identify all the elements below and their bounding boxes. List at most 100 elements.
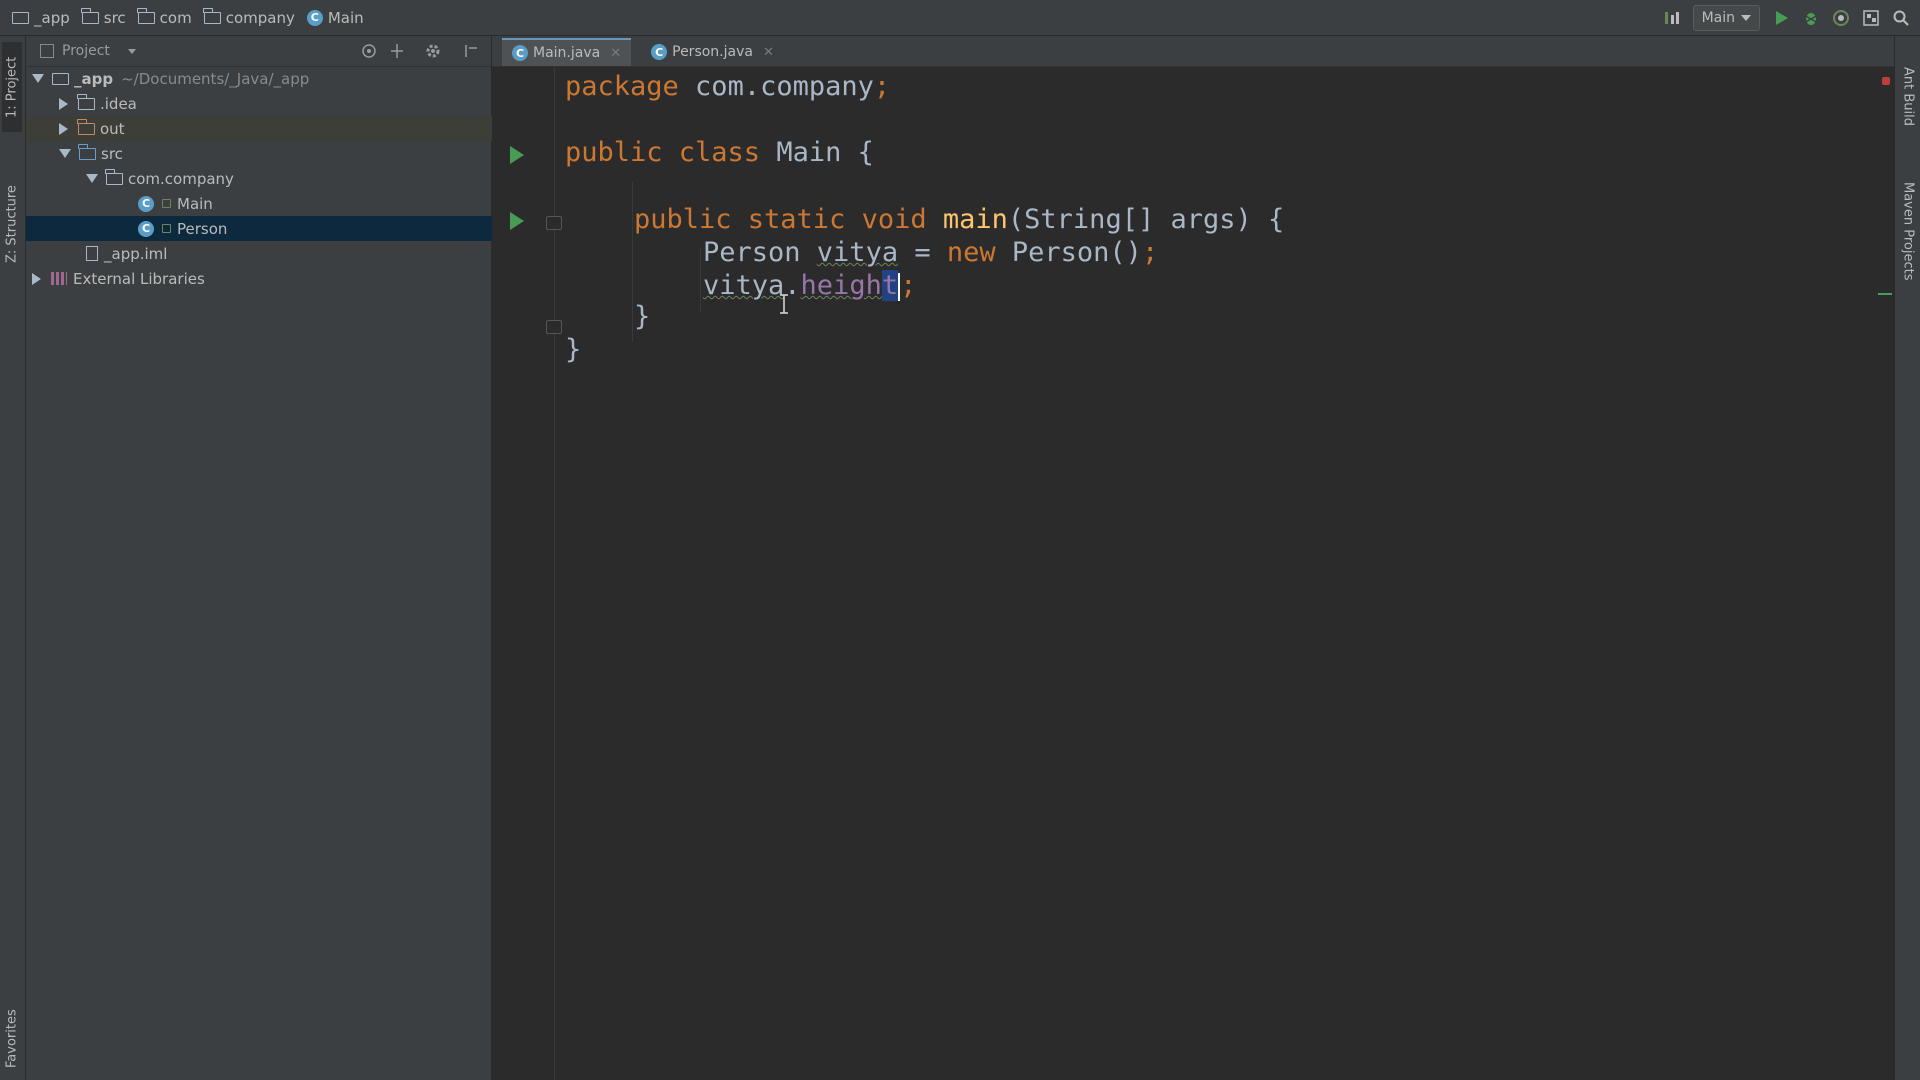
code-token: } [634,301,651,332]
tab-ant-build-label: Ant Build [1900,66,1916,126]
tab-favorites-tool[interactable]: Favorites [2,1001,22,1076]
project-structure-button[interactable] [1856,3,1886,33]
code-line-8: } [634,300,650,333]
settings-button[interactable] [424,42,442,60]
tab-maven-projects[interactable]: Maven Projects [1898,166,1918,296]
tab-person-java[interactable]: C Person.java ✕ [641,38,784,66]
code-token: package [565,71,679,102]
tab-favorites-label: Favorites [4,1009,20,1068]
search-icon [1893,10,1909,26]
project-structure-icon [1863,9,1879,26]
breadcrumb-label: Main [327,8,364,27]
left-tool-stripe: 1: Project Z: Structure Favorites [0,36,26,1080]
tree-item-label: com.company [128,169,234,188]
chevron-right-icon[interactable] [59,122,68,135]
chevron-right-icon[interactable] [32,272,41,285]
class-icon: C [138,195,154,212]
close-icon[interactable]: ✕ [763,45,774,60]
tab-label: Main.java [533,45,601,61]
tree-item-app-iml[interactable]: _app.iml [26,241,551,266]
tab-maven-projects-label: Maven Projects [1900,181,1916,281]
run-button[interactable] [1766,3,1796,33]
fold-marker[interactable] [546,216,562,230]
class-icon: C [306,9,323,26]
chevron-down-icon[interactable] [59,149,71,158]
tab-project-label: 1: Project [4,56,20,118]
tree-item-app-root[interactable]: _app ~/Documents/_Java/_app [26,66,497,91]
code-token: com.company [678,71,874,102]
debug-button[interactable] [1796,3,1826,33]
breadcrumb-company[interactable]: company [203,0,295,35]
caret-position-marker[interactable] [1878,293,1892,295]
text-cursor-icon [780,294,788,314]
editor-gutter [492,67,562,1080]
breadcrumb-main[interactable]: C Main [306,0,364,35]
tab-structure-label: Z: Structure [4,185,20,263]
class-icon: C [512,45,528,61]
tab-ant-build[interactable]: Ant Build [1898,46,1918,146]
chevron-right-icon[interactable] [59,97,68,110]
tree-item-label: .idea [100,94,137,113]
run-configuration-select[interactable]: Main [1692,4,1760,31]
chevron-down-icon[interactable] [86,174,98,183]
hide-panel-button[interactable] [462,42,480,60]
chevron-down-icon[interactable] [127,48,136,54]
toolbar: Main [1657,0,1920,35]
run-class-icon[interactable] [510,146,524,164]
coverage-button[interactable] [1826,3,1856,33]
tree-item-label: Person [177,219,228,238]
class-icon: C [138,220,154,237]
breadcrumb-app[interactable]: _app [12,0,70,35]
code-line-1: package com.company; [565,70,890,103]
build-button[interactable] [1657,3,1687,33]
collapse-all-button[interactable] [388,42,406,60]
fold-marker[interactable] [546,320,562,334]
tab-project-tool[interactable]: 1: Project [2,42,22,132]
bug-icon [1803,12,1819,25]
tab-main-java[interactable]: C Main.java ✕ [502,38,632,66]
indent-guide [700,247,701,312]
code-token: (String[] args) { [1007,204,1285,235]
tab-structure-tool[interactable]: Z: Structure [2,164,22,284]
library-icon [51,272,67,285]
tree-item-out[interactable]: out [26,116,524,141]
close-icon[interactable]: ✕ [610,46,621,61]
code-editor[interactable]: package com.company; public class Main {… [492,67,1894,1080]
search-button[interactable] [1886,3,1916,33]
tab-label: Person.java [672,44,753,60]
module-icon [12,11,29,24]
project-panel-title[interactable]: Project [62,43,110,59]
breadcrumb-com[interactable]: com [137,0,192,35]
error-marker[interactable] [1882,77,1890,85]
tree-item-label: _app [74,69,114,88]
folder-icon [77,93,95,110]
package-icon [105,168,123,185]
code-token: new [946,237,996,268]
locate-button[interactable] [360,42,378,60]
module-icon [52,72,69,85]
chevron-down-icon [1741,14,1751,21]
tree-item-label: _app.iml [104,244,168,263]
indent-guide [632,182,633,342]
breadcrumb-label: _app [34,8,70,27]
code-line-6: Person vitya = new Person(); [703,236,1158,269]
tree-item-src[interactable]: src [26,141,524,166]
project-panel-header: Project [26,36,491,67]
tree-item-com-company[interactable]: com.company [26,166,551,191]
code-token: ; [900,270,917,301]
run-configuration-label: Main [1701,9,1735,26]
tree-item-external-libraries[interactable]: External Libraries [26,266,497,291]
tree-item-label: src [101,144,123,163]
run-main-icon[interactable] [510,212,524,230]
tree-item-idea[interactable]: .idea [26,91,524,116]
breadcrumb-src[interactable]: src [81,0,126,35]
collapse-icon [391,44,403,58]
code-token: Person() [995,237,1142,268]
code-token: public class [565,137,761,168]
access-icon [162,224,171,233]
source-folder-icon [78,143,96,160]
editor-tab-bar: C Main.java ✕ C Person.java ✕ [492,36,1894,67]
chevron-down-icon[interactable] [32,74,44,83]
code-line-5: public static void main(String[] args) { [634,203,1284,236]
tree-item-label: out [100,119,125,138]
